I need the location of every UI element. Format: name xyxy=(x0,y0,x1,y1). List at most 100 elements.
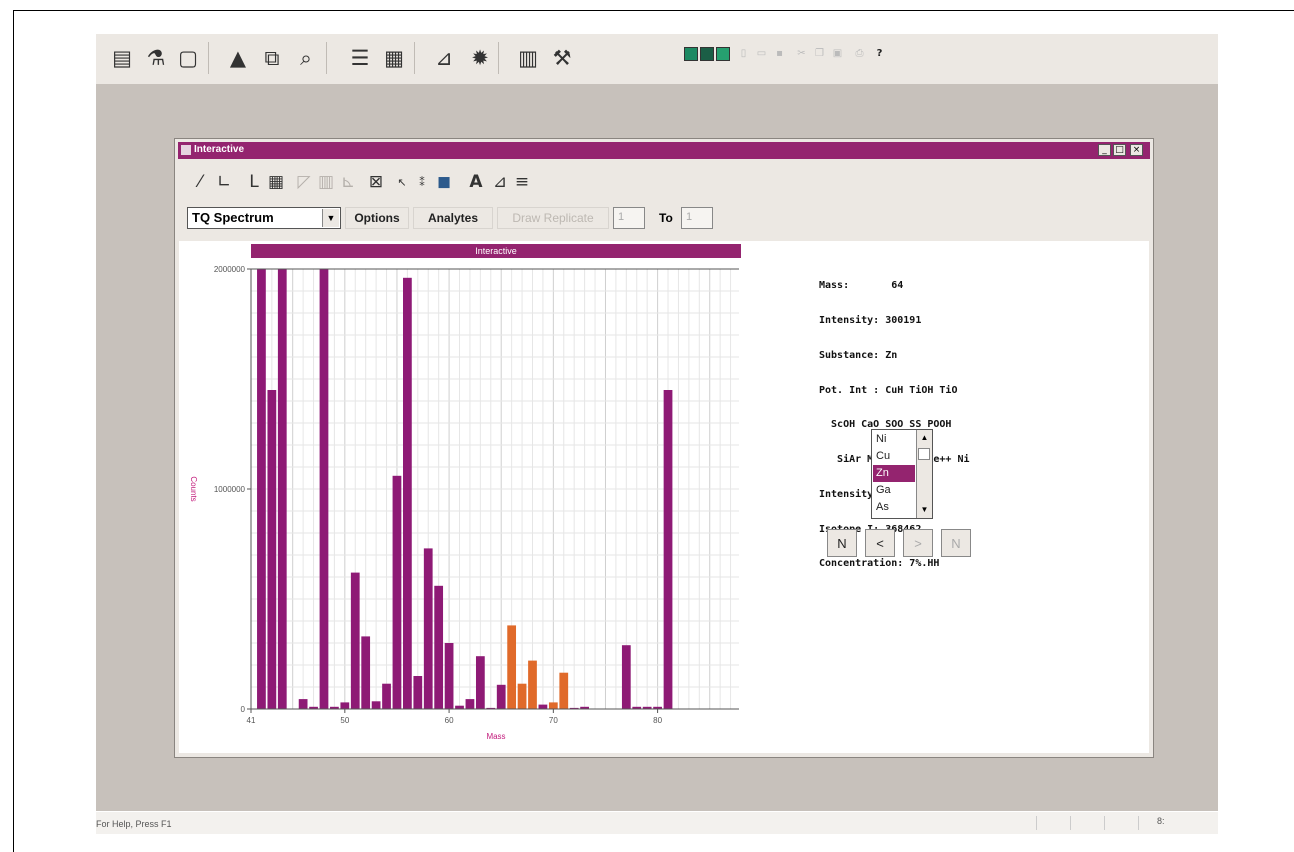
analyze-icon[interactable]: ⌕ xyxy=(292,44,320,72)
bar xyxy=(621,645,631,709)
report-icon[interactable]: ☰ xyxy=(346,44,374,72)
bar xyxy=(298,699,308,709)
cut-icon[interactable]: ✂ xyxy=(794,46,809,61)
status-bar: For Help, Press F1 8: xyxy=(96,812,1218,834)
info-line: Mass: 64 xyxy=(819,280,904,292)
from-field[interactable]: 1 xyxy=(613,207,645,229)
bar xyxy=(382,683,391,709)
list-item[interactable]: Cu xyxy=(873,448,915,465)
grid-icon[interactable]: ▦ xyxy=(265,171,287,193)
previous-button[interactable]: < xyxy=(865,529,895,557)
scroll-down-icon[interactable]: ▼ xyxy=(917,502,932,517)
peak-icon[interactable]: ⁑ xyxy=(411,171,433,193)
book-icon[interactable]: ◼ xyxy=(433,171,455,193)
first-button[interactable]: N xyxy=(827,529,857,557)
minimize-icon[interactable]: _ xyxy=(1098,144,1111,156)
x-tick-label: 70 xyxy=(549,716,558,725)
y-tick-label: 1000000 xyxy=(214,485,246,494)
listbox-scrollbar[interactable]: ▲ ▼ xyxy=(916,430,932,518)
bar xyxy=(371,701,381,709)
spectrum-icon[interactable]: ▲ xyxy=(224,44,252,72)
bar xyxy=(350,572,360,709)
axes-icon[interactable]: ∟ xyxy=(213,171,235,193)
spectrum-chart[interactable]: 0 1000000 2000000 41 50 60 70 80 Mass Counts xyxy=(179,241,739,753)
maximize-icon[interactable]: □ xyxy=(1113,144,1126,156)
green-window-icon[interactable] xyxy=(684,47,698,61)
line-tool-icon[interactable]: ⁄ xyxy=(189,171,211,193)
window-titlebar[interactable]: Interactive _ □ × xyxy=(178,142,1150,159)
bar-chart-disabled-icon: ▥ xyxy=(317,172,335,192)
status-panel xyxy=(1036,816,1067,830)
scroll-thumb[interactable] xyxy=(918,448,930,460)
chart-options-icon[interactable]: ⊿ xyxy=(489,171,511,193)
axis-l-icon[interactable]: L xyxy=(243,171,265,193)
list-item[interactable]: Ga xyxy=(873,482,915,499)
windows-icon[interactable]: ⧉ xyxy=(258,44,286,72)
status-panel xyxy=(1070,816,1101,830)
chevron-down-icon[interactable]: ▼ xyxy=(322,209,339,227)
bar xyxy=(663,390,673,709)
sequence-icon[interactable]: ▦ xyxy=(380,44,408,72)
bar xyxy=(444,643,454,709)
list-item-selected[interactable]: Zn xyxy=(873,465,915,482)
zoom-region-icon: ◸ xyxy=(297,172,311,192)
list-item[interactable]: As xyxy=(873,499,915,516)
element-listbox[interactable]: Ni Cu Zn Ga As ▲ ▼ xyxy=(871,429,933,519)
green-window-icon[interactable] xyxy=(700,47,714,61)
new-file-icon[interactable]: ▯ xyxy=(736,46,751,61)
table-icon[interactable]: ▢ xyxy=(174,44,202,72)
bar xyxy=(548,702,558,709)
bar xyxy=(413,676,423,709)
legend-icon[interactable]: ≡ xyxy=(511,171,533,193)
flask-icon[interactable]: ⚗ xyxy=(142,44,170,72)
close-icon[interactable]: × xyxy=(1130,144,1143,156)
info-line: Pot. Int : CuH TiOH TiO xyxy=(819,384,958,396)
last-button[interactable]: N xyxy=(941,529,971,557)
scroll-up-icon[interactable]: ▲ xyxy=(917,430,932,445)
text-tool-icon[interactable]: A xyxy=(465,171,487,193)
main-toolbar: ▤ ⚗ ▢ ▲ ⧉ ⌕ ☰ ▦ ⊿ ✹ ▥ ⚒ ▯ ▭ ▪ ✂ ❐ ▣ ⎙ ? xyxy=(96,34,1218,84)
bar xyxy=(403,277,412,709)
x-tick-label: 60 xyxy=(445,716,454,725)
toolbar-separator xyxy=(208,42,209,74)
bar xyxy=(267,390,277,709)
y-tick-label: 0 xyxy=(241,705,246,714)
y-tick-label: 2000000 xyxy=(214,265,246,274)
line-chart-disabled-icon: ⊾ xyxy=(340,172,356,192)
bar xyxy=(423,548,433,709)
save-icon[interactable]: ▪ xyxy=(772,46,787,61)
x-axis-label: Mass xyxy=(486,732,505,741)
draw-replicate-button: Draw Replicate xyxy=(497,207,609,229)
settings-sun-icon[interactable]: ✹ xyxy=(466,44,494,72)
window-title: Interactive xyxy=(194,144,245,155)
bar xyxy=(434,585,444,709)
clear-graph-icon[interactable]: ⊠ xyxy=(365,171,387,193)
options-button[interactable]: Options xyxy=(345,207,409,229)
x-tick-label: 41 xyxy=(247,716,256,725)
y-axis-label: Counts xyxy=(189,476,198,501)
open-file-icon[interactable]: ▭ xyxy=(754,46,769,61)
status-panel xyxy=(1104,816,1135,830)
calibration-icon[interactable]: ▥ xyxy=(514,44,542,72)
to-field[interactable]: 1 xyxy=(681,207,713,229)
next-button[interactable]: > xyxy=(903,529,933,557)
paste-icon[interactable]: ▣ xyxy=(830,46,845,61)
green-window-icon[interactable] xyxy=(716,47,730,61)
analytes-button[interactable]: Analytes xyxy=(413,207,493,229)
window-app-icon xyxy=(181,145,191,155)
chart-icon[interactable]: ⊿ xyxy=(430,44,458,72)
view-select[interactable]: TQ Spectrum ▼ xyxy=(187,207,341,229)
print-icon[interactable]: ⎙ xyxy=(852,46,867,61)
bar xyxy=(319,269,329,709)
tools-icon[interactable]: ⚒ xyxy=(548,44,576,72)
info-line: Substance: Zn xyxy=(819,349,898,361)
interactive-window: Interactive _ □ × ⁄ ∟ L ▦ ◸ ▥ ⊾ ⊠ ↖ ⁑ ◼ … xyxy=(174,138,1154,758)
help-icon[interactable]: ? xyxy=(872,46,887,61)
list-item[interactable]: Ni xyxy=(873,431,915,448)
document-icon[interactable]: ▤ xyxy=(108,44,136,72)
cursor-icon[interactable]: ↖ xyxy=(391,171,413,193)
bar xyxy=(361,636,371,709)
copy-icon[interactable]: ❐ xyxy=(812,46,827,61)
toolbar-separator xyxy=(326,42,327,74)
graph-toolbar: ⁄ ∟ L ▦ ◸ ▥ ⊾ ⊠ ↖ ⁑ ◼ A ⊿ ≡ xyxy=(185,167,605,197)
